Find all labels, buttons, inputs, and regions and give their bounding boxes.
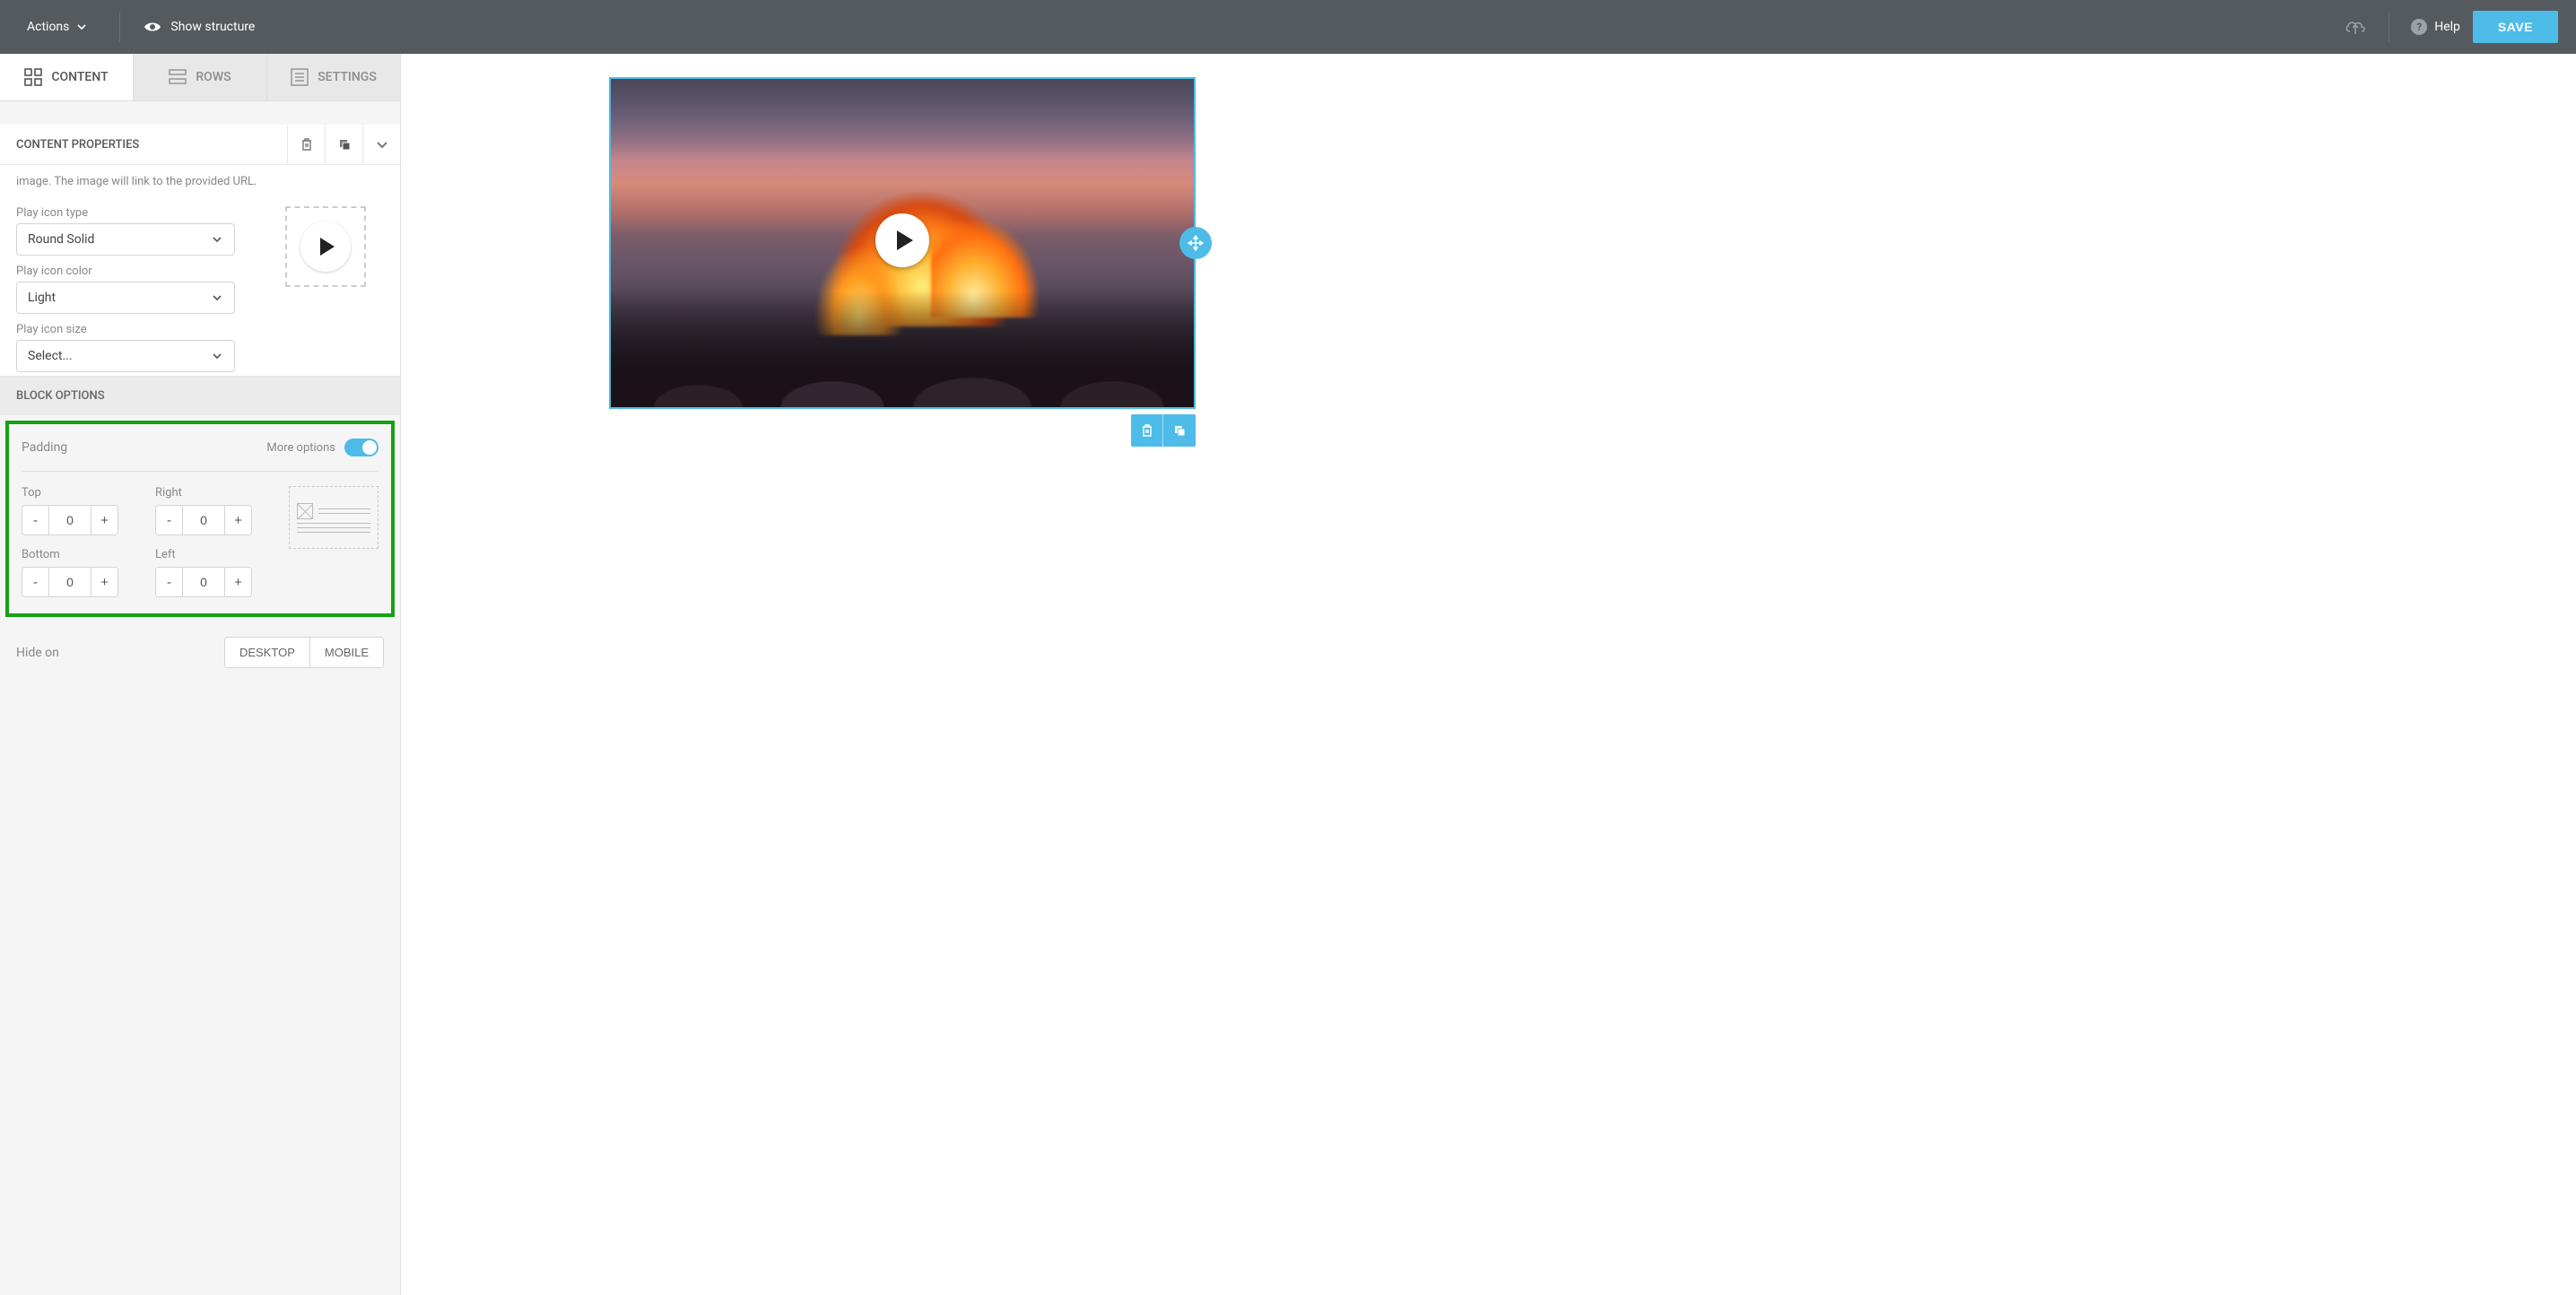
show-structure-toggle[interactable]: Show structure — [144, 20, 255, 34]
content-icon — [24, 68, 42, 86]
tab-rows[interactable]: ROWS — [134, 54, 267, 100]
settings-icon — [291, 68, 309, 86]
more-options-toggle[interactable] — [344, 439, 379, 456]
increment-button[interactable]: + — [91, 568, 117, 596]
tab-settings-label: SETTINGS — [318, 70, 377, 84]
content-properties-title: CONTENT PROPERTIES — [16, 138, 287, 152]
hide-on-label: Hide on — [16, 646, 59, 660]
duplicate-button[interactable] — [325, 125, 362, 165]
play-icon-type-select[interactable]: Round Solid — [16, 223, 235, 256]
decrement-button[interactable]: - — [156, 568, 183, 596]
padding-bottom-stepper: - + — [22, 567, 118, 597]
chevron-down-icon — [76, 22, 87, 32]
play-icon-color-label: Play icon color — [16, 265, 274, 278]
padding-left-input[interactable] — [183, 568, 224, 596]
increment-button[interactable]: + — [224, 506, 251, 535]
block-duplicate-button[interactable] — [1163, 414, 1196, 447]
tab-content-label: CONTENT — [51, 70, 108, 84]
tab-settings[interactable]: SETTINGS — [267, 54, 400, 100]
delete-button[interactable] — [287, 125, 325, 165]
more-options-label: More options — [266, 441, 335, 455]
move-handle[interactable] — [1179, 227, 1212, 259]
play-icon-type-label: Play icon type — [16, 206, 274, 220]
padding-section-highlight: Padding More options Top - + Right — [5, 421, 395, 617]
play-button-overlay[interactable] — [875, 213, 929, 267]
top-bar: Actions Show structure ? Help SAVE — [0, 0, 2576, 54]
hide-on-desktop-button[interactable]: DESKTOP — [225, 638, 310, 667]
padding-right-stepper: - + — [155, 505, 252, 535]
increment-button[interactable]: + — [91, 506, 117, 535]
play-icon-color-value: Light — [28, 291, 56, 305]
play-icon-size-value: Select... — [28, 349, 73, 363]
chevron-down-icon — [211, 233, 223, 246]
block-options-header: BLOCK OPTIONS — [0, 377, 400, 415]
actions-label: Actions — [27, 20, 69, 34]
padding-right-input[interactable] — [183, 506, 224, 535]
padding-top-stepper: - + — [22, 505, 118, 535]
decrement-button[interactable]: - — [156, 506, 183, 535]
help-link[interactable]: ? Help — [2411, 19, 2460, 35]
help-icon: ? — [2411, 19, 2427, 35]
padding-left-label: Left — [155, 548, 258, 561]
hide-on-mobile-button[interactable]: MOBILE — [310, 638, 383, 667]
chevron-down-icon — [211, 291, 223, 304]
play-icon-color-select[interactable]: Light — [16, 282, 235, 314]
actions-menu-button[interactable]: Actions — [18, 14, 96, 39]
padding-label: Padding — [22, 440, 67, 455]
layout-preview-icon — [289, 486, 379, 549]
description-text: image. The image will link to the provid… — [16, 174, 384, 190]
save-button[interactable]: SAVE — [2473, 11, 2558, 43]
increment-button[interactable]: + — [224, 568, 251, 596]
show-structure-label: Show structure — [170, 20, 255, 34]
content-properties-header: CONTENT PROPERTIES — [0, 125, 400, 165]
video-block[interactable] — [609, 77, 1196, 409]
eye-icon — [144, 21, 161, 33]
play-circle-icon — [300, 222, 351, 272]
play-icon-preview — [285, 206, 366, 287]
decrement-button[interactable]: - — [22, 568, 49, 596]
decrement-button[interactable]: - — [22, 506, 49, 535]
play-icon-size-select[interactable]: Select... — [16, 340, 235, 372]
canvas-area[interactable] — [401, 54, 2576, 1295]
rows-icon — [169, 68, 187, 86]
hide-on-buttons: DESKTOP MOBILE — [224, 637, 384, 668]
tab-content[interactable]: CONTENT — [0, 54, 134, 100]
padding-bottom-input[interactable] — [49, 568, 91, 596]
sidebar-tabs: CONTENT ROWS SETTINGS — [0, 54, 400, 101]
padding-bottom-label: Bottom — [22, 548, 125, 561]
sidebar: CONTENT ROWS SETTINGS CONTENT PROPERTIES… — [0, 54, 401, 1295]
cloud-upload-icon[interactable] — [2344, 18, 2367, 36]
play-icon-size-label: Play icon size — [16, 323, 274, 336]
padding-left-stepper: - + — [155, 567, 252, 597]
padding-right-label: Right — [155, 486, 258, 500]
tab-rows-label: ROWS — [196, 70, 231, 84]
chevron-down-icon — [211, 350, 223, 362]
block-delete-button[interactable] — [1131, 414, 1163, 447]
padding-top-label: Top — [22, 486, 125, 500]
block-action-buttons — [1131, 414, 1196, 447]
collapse-button[interactable] — [362, 125, 400, 165]
help-label: Help — [2434, 20, 2460, 34]
divider — [119, 12, 120, 42]
padding-top-input[interactable] — [49, 506, 91, 535]
play-icon-type-value: Round Solid — [28, 232, 94, 247]
